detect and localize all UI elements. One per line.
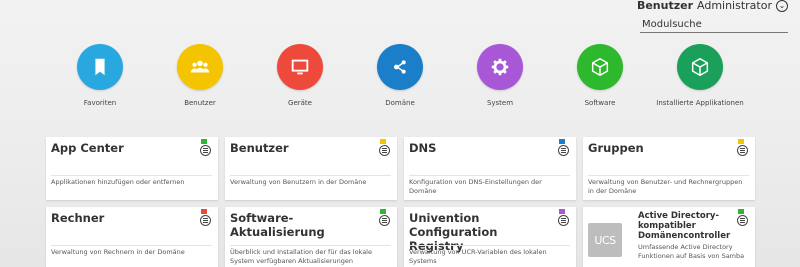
category-label: Software xyxy=(584,99,616,107)
tile-description: Konfiguration von DNS-Einstellungen der … xyxy=(409,175,570,195)
tile-description: Verwaltung von Rechnern in der Domäne xyxy=(51,245,212,257)
category-flag xyxy=(380,209,386,214)
menu-icon[interactable] xyxy=(200,145,211,156)
module-search-input[interactable] xyxy=(640,17,788,33)
tile-title: Gruppen xyxy=(588,141,644,155)
user-menu[interactable]: Benutzer Administrator ⌄ xyxy=(637,0,788,12)
tile-groups[interactable]: Gruppen Verwaltung von Benutzer- und Rec… xyxy=(583,137,755,200)
category-bar: Favoriten Benutzer Geräte Domäne System … xyxy=(50,44,750,107)
tile-title: Software-Aktualisierung xyxy=(230,211,325,239)
category-flag xyxy=(559,209,565,214)
category-label: Favoriten xyxy=(83,99,117,107)
category-domain[interactable]: Domäne xyxy=(350,44,450,107)
users-icon[interactable] xyxy=(177,44,223,90)
menu-icon[interactable] xyxy=(558,145,569,156)
tile-dns[interactable]: DNS Konfiguration von DNS-Einstellungen … xyxy=(404,137,576,200)
category-flag xyxy=(201,209,207,214)
menu-icon[interactable] xyxy=(737,145,748,156)
tile-title: App Center xyxy=(51,141,124,155)
monitor-icon[interactable] xyxy=(277,44,323,90)
tile-description: Umfassende Active Directory Funktionen a… xyxy=(638,243,745,260)
tile-title: Active Directory-kompatibler Domänencont… xyxy=(638,211,731,241)
category-favorites[interactable]: Favoriten xyxy=(50,44,150,107)
category-flag xyxy=(738,139,744,144)
category-system[interactable]: System xyxy=(450,44,550,107)
category-flag xyxy=(380,139,386,144)
category-label: Installierte Applikationen xyxy=(656,99,744,107)
gear-icon[interactable] xyxy=(477,44,523,90)
module-grid: App Center Applikationen hinzufügen oder… xyxy=(46,137,755,267)
category-flag xyxy=(559,139,565,144)
category-label: Benutzer xyxy=(184,99,216,107)
box-icon[interactable] xyxy=(577,44,623,90)
tile-description: Verwaltung von UCR-Variablen des lokalen… xyxy=(409,245,570,265)
category-installed-apps[interactable]: Installierte Applikationen xyxy=(650,44,750,107)
menu-icon[interactable] xyxy=(379,145,390,156)
category-devices[interactable]: Geräte xyxy=(250,44,350,107)
network-icon[interactable] xyxy=(377,44,423,90)
tile-app-center[interactable]: App Center Applikationen hinzufügen oder… xyxy=(46,137,218,200)
category-label: Geräte xyxy=(288,99,312,107)
category-label: Domäne xyxy=(385,99,415,107)
tile-description: Applikationen hinzufügen oder entfernen xyxy=(51,175,212,187)
user-label: Benutzer xyxy=(636,0,693,12)
tile-title: Benutzer xyxy=(230,141,289,155)
tile-description: Überblick und Installation der für das l… xyxy=(230,245,391,265)
top-bar: Benutzer Administrator ⌄ xyxy=(637,0,788,34)
menu-icon[interactable] xyxy=(558,215,569,226)
category-users[interactable]: Benutzer xyxy=(150,44,250,107)
tile-ucr[interactable]: Univention Configuration Registry Verwal… xyxy=(404,207,576,267)
tile-users[interactable]: Benutzer Verwaltung von Benutzern in der… xyxy=(225,137,397,200)
tile-title: DNS xyxy=(409,141,437,155)
tile-computers[interactable]: Rechner Verwaltung von Rechnern in der D… xyxy=(46,207,218,267)
ucs-logo: UCS xyxy=(588,223,622,257)
tile-description: Verwaltung von Benutzer- und Rechnergrup… xyxy=(588,175,749,195)
user-name: Administrator xyxy=(697,0,772,12)
bookmark-icon[interactable] xyxy=(77,44,123,90)
menu-icon[interactable] xyxy=(379,215,390,226)
box-icon[interactable] xyxy=(677,44,723,90)
tile-ad-dc[interactable]: UCS Active Directory-kompatibler Domänen… xyxy=(583,207,755,267)
category-flag xyxy=(201,139,207,144)
chevron-down-icon[interactable]: ⌄ xyxy=(776,0,788,12)
tile-software-update[interactable]: Software-Aktualisierung Überblick und In… xyxy=(225,207,397,267)
tile-title: Rechner xyxy=(51,211,105,225)
category-label: System xyxy=(486,99,514,107)
category-software[interactable]: Software xyxy=(550,44,650,107)
tile-description: Verwaltung von Benutzern in der Domäne xyxy=(230,175,391,187)
menu-icon[interactable] xyxy=(200,215,211,226)
